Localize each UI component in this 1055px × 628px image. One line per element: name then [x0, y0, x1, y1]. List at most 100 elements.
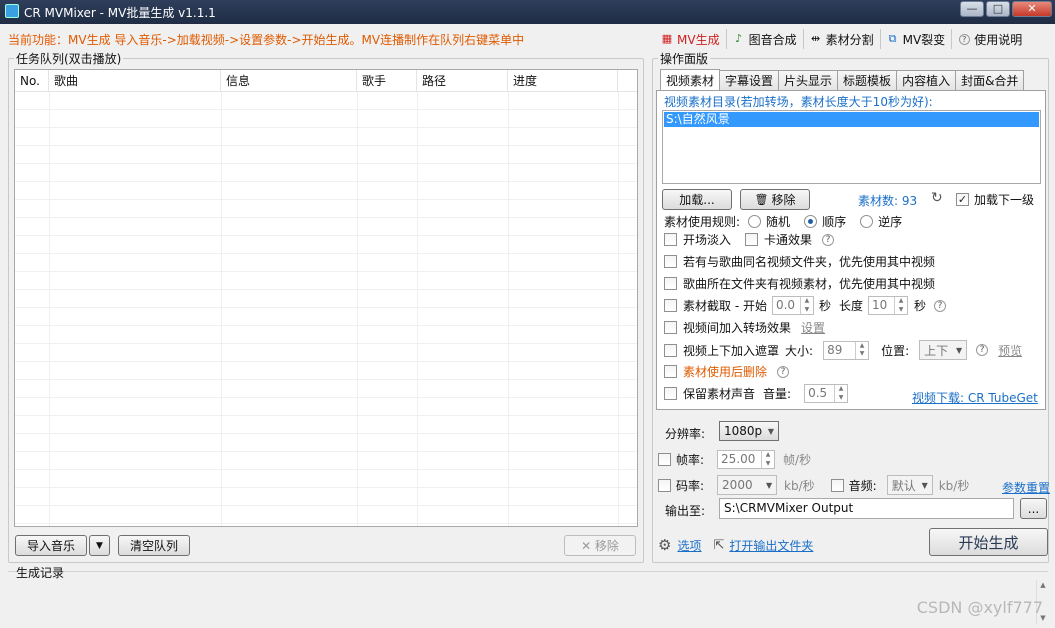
queue-table-body[interactable] — [15, 92, 637, 526]
load-next-level-checkbox[interactable] — [956, 193, 969, 206]
maximize-button[interactable]: □ — [986, 1, 1010, 17]
rule-reverse-radio[interactable] — [860, 215, 874, 228]
same-name-folder-checkbox[interactable] — [664, 255, 677, 268]
queue-table[interactable]: No. 歌曲 信息 歌手 路径 进度 — [14, 69, 638, 527]
reset-params-link[interactable]: 参数重置 — [1002, 479, 1050, 496]
tab-video-material[interactable]: 视频素材 — [660, 69, 721, 92]
mask-row: 视频上下加入遮罩 大小: 89 ▲ ▼ 位置: 上下 ▼ ? 预览 — [664, 340, 1022, 360]
bitrate-row: 码率: 2000 ▼ kb/秒 音频: 默认 ▼ kb/秒 — [658, 475, 969, 495]
nav-mv-generate[interactable]: ▦ MV生成 — [655, 29, 727, 49]
keep-audio-label: 保留素材声音 — [683, 387, 756, 401]
resolution-select[interactable]: 1080p ▼ — [719, 421, 779, 441]
start-generate-button[interactable]: 开始生成 — [929, 528, 1048, 556]
remove-task-button[interactable]: ✕ 移除 — [564, 535, 636, 556]
material-count: 素材数: 93 — [858, 194, 918, 208]
nav-label: 图音合成 — [748, 32, 797, 47]
nav-fission[interactable]: ⧉ MV裂变 — [881, 29, 953, 49]
col-singer[interactable]: 歌手 — [357, 70, 417, 92]
bitrate-select[interactable]: 2000 ▼ — [717, 475, 778, 495]
generation-log-area[interactable] — [8, 571, 1048, 626]
col-no[interactable]: No. — [15, 70, 49, 92]
cartoon-help-icon[interactable]: ? — [822, 233, 835, 246]
main-nav: ▦ MV生成 ♪ 图音合成 ⇹ 素材分割 ⧉ MV裂变 ? 使用说明 — [655, 28, 1028, 50]
nav-image-audio[interactable]: ♪ 图音合成 — [727, 29, 804, 49]
col-path[interactable]: 路径 — [417, 70, 508, 92]
clear-queue-button[interactable]: 清空队列 — [118, 535, 190, 556]
audio-select[interactable]: 默认 ▼ — [886, 475, 933, 495]
col-progress[interactable]: 进度 — [508, 70, 618, 92]
queue-table-header: No. 歌曲 信息 歌手 路径 进度 — [15, 70, 637, 92]
remove-dir-button[interactable]: 🗑 移除 — [740, 189, 810, 210]
fps-unit: 帧/秒 — [783, 453, 812, 467]
mask-preview-link[interactable]: 预览 — [998, 342, 1022, 359]
refresh-icon[interactable]: ↻ — [931, 190, 943, 206]
nav-label: MV裂变 — [902, 32, 946, 47]
bitrate-label: 码率: — [676, 478, 705, 493]
open-output-folder-link[interactable]: 打开输出文件夹 — [729, 537, 813, 554]
bitrate-checkbox[interactable] — [658, 478, 671, 492]
nav-help[interactable]: ? 使用说明 — [952, 29, 1028, 49]
nav-label: 素材分割 — [825, 32, 874, 47]
output-path-input[interactable]: S:\CRMVMixer Output — [719, 498, 1014, 519]
browse-output-button[interactable]: ... — [1020, 498, 1047, 519]
fps-checkbox[interactable] — [658, 453, 671, 466]
generation-log-title: 生成记录 — [16, 566, 65, 580]
load-dir-button[interactable]: 加载... — [662, 189, 732, 210]
audio-checkbox[interactable] — [830, 478, 844, 492]
audio-unit: kb/秒 — [938, 478, 970, 493]
options-link[interactable]: 选项 — [677, 537, 701, 554]
chevron-down-icon: ▼ — [767, 426, 775, 436]
transition-checkbox[interactable] — [664, 321, 677, 334]
import-music-button[interactable]: 导入音乐 — [15, 535, 87, 556]
mask-size-spinner[interactable]: 89 ▲ ▼ — [823, 340, 870, 360]
delete-help-icon[interactable]: ? — [777, 365, 790, 378]
panel-tabs: 视频素材 字幕设置 片头显示 标题模板 内容植入 封面&合并 — [660, 69, 1025, 92]
load-next-level-option[interactable]: 加载下一级 — [956, 191, 1034, 208]
clip-help-icon[interactable]: ? — [934, 299, 947, 312]
output-label: 输出至: — [665, 504, 706, 518]
minimize-button[interactable]: — — [960, 1, 984, 17]
mask-help-icon[interactable]: ? — [976, 344, 989, 356]
tab-subtitle[interactable]: 字幕设置 — [719, 70, 780, 91]
clip-start-label: 素材截取 - 开始 — [683, 299, 767, 313]
mask-size-label: 大小: — [785, 343, 814, 358]
rule-order-radio[interactable] — [804, 215, 818, 228]
col-info[interactable]: 信息 — [221, 70, 357, 92]
import-dropdown-button[interactable]: ▼ — [89, 535, 110, 556]
close-button[interactable]: ✕ — [1012, 1, 1052, 17]
delete-after-use-checkbox[interactable] — [664, 365, 677, 378]
col-song[interactable]: 歌曲 — [49, 70, 221, 92]
gear-icon[interactable]: ⚙ — [658, 538, 671, 553]
clip-checkbox[interactable] — [664, 299, 677, 312]
folder-icon[interactable]: ⇱ — [713, 538, 724, 553]
video-dir-label: 视频素材目录(若加转场，素材长度大于10秒为好): — [664, 95, 933, 109]
delete-after-use-label: 素材使用后删除 — [683, 365, 768, 379]
bitrate-unit: kb/秒 — [784, 478, 815, 493]
video-download-link[interactable]: 视频下载: CR TubeGet — [912, 389, 1038, 406]
tab-content-insert[interactable]: 内容植入 — [896, 70, 957, 91]
mask-checkbox[interactable] — [664, 343, 677, 357]
keep-audio-checkbox[interactable] — [664, 387, 677, 400]
transition-settings-link[interactable]: 设置 — [801, 319, 825, 336]
video-dir-list[interactable]: S:\自然风景 — [662, 110, 1041, 184]
volume-spinner[interactable]: 0.5 ▲ ▼ — [804, 384, 849, 403]
nav-split[interactable]: ⇹ 素材分割 — [804, 29, 881, 49]
video-dir-item[interactable]: S:\自然风景 — [664, 112, 1039, 127]
tab-title-template[interactable]: 标题模板 — [837, 70, 898, 91]
tab-cover-merge[interactable]: 封面&合并 — [955, 70, 1025, 91]
cartoon-checkbox[interactable] — [745, 233, 759, 246]
fps-spinner[interactable]: 25.00 ▲ ▼ — [717, 450, 776, 469]
rule-random-radio[interactable] — [748, 215, 762, 228]
song-folder-video-checkbox[interactable] — [664, 277, 677, 290]
mask-label: 视频上下加入遮罩 — [683, 343, 780, 358]
tab-intro[interactable]: 片头显示 — [778, 70, 839, 91]
mask-pos-select[interactable]: 上下 ▼ — [919, 340, 968, 360]
clip-start-spinner[interactable]: 0.0 ▲ ▼ — [771, 296, 814, 315]
clip-length-spinner[interactable]: 10 ▲ ▼ — [868, 296, 908, 315]
delete-after-use-row: 素材使用后删除 ? — [664, 363, 790, 380]
resolution-label: 分辨率: — [665, 427, 706, 441]
clip-start-unit: 秒 — [818, 299, 831, 313]
current-function-text: 当前功能：MV生成 导入音乐->加载视频->设置参数->开始生成。MV连播制作在… — [8, 33, 525, 47]
fade-in-checkbox[interactable] — [664, 233, 677, 246]
clip-length-label: 长度 — [838, 299, 863, 313]
